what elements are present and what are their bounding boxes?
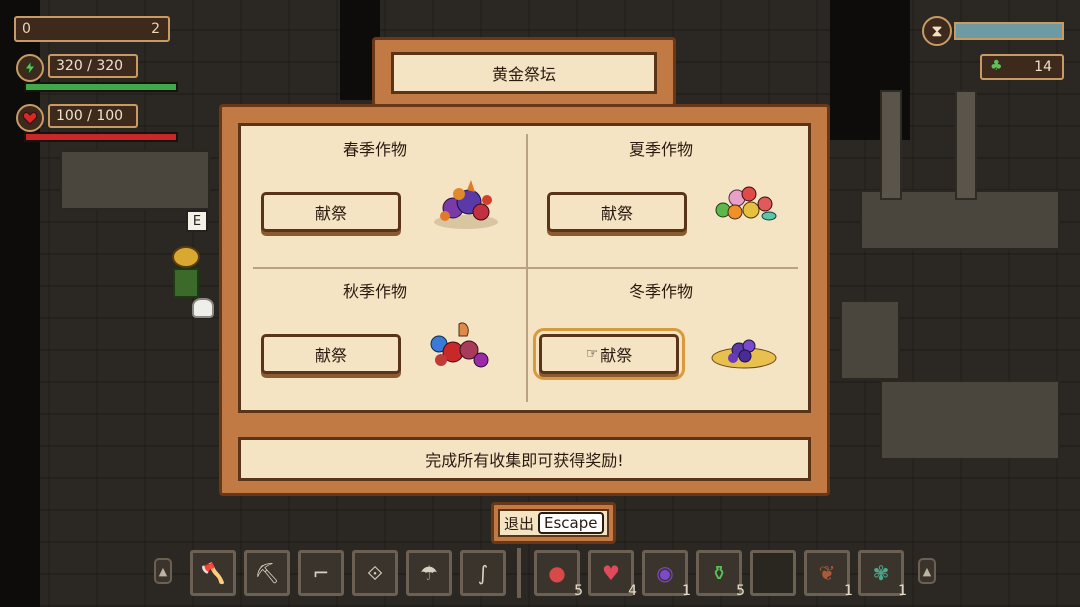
- clover-counter: ♣ 14: [980, 54, 1064, 80]
- summer-crop-pile-icon: [715, 186, 777, 221]
- slot-count: 4: [628, 583, 637, 599]
- day-time-bar: [954, 22, 1064, 40]
- spring-offer-button[interactable]: 献祭: [261, 192, 401, 232]
- brown-leaf-icon: ❦: [818, 561, 836, 585]
- toolbar-scroll-right[interactable]: ▲: [918, 558, 936, 584]
- energy-bar-fill: [26, 84, 176, 90]
- spring-crops-cell: 春季作物 献祭: [241, 126, 525, 266]
- gold-left-value: 0: [22, 21, 31, 37]
- heart-icon: [16, 104, 44, 132]
- purple-seed-icon: ◉: [656, 561, 674, 585]
- health-value: 100 / 100: [48, 104, 138, 128]
- toolbar-slot-8[interactable]: ♥ 4: [588, 550, 637, 599]
- energy-bar: [24, 82, 178, 92]
- winter-crop-pile-icon: [711, 339, 777, 369]
- toolbar-separator: [517, 548, 521, 598]
- strawberry-seed-icon: ♥: [602, 561, 620, 585]
- toolbar-slot-10[interactable]: ⚱ 5: [696, 550, 745, 599]
- fishing-rod-icon: ∫: [477, 561, 489, 585]
- toolbar-slot-6[interactable]: ∫: [460, 550, 506, 596]
- watering-can-icon: ☂: [420, 561, 438, 585]
- slot-count: 5: [574, 583, 583, 599]
- exit-button[interactable]: 退出 Escape: [491, 502, 616, 544]
- health-bar-fill: [26, 134, 176, 140]
- hourglass-icon: ⧗: [922, 16, 952, 46]
- scythe-icon: ⟐: [367, 561, 383, 585]
- reward-message: 完成所有收集即可获得奖励!: [238, 437, 811, 481]
- green-bug-icon: ✾: [872, 561, 890, 585]
- altar-title: 黄金祭坛: [391, 52, 657, 94]
- health-bar: [24, 132, 178, 142]
- pillar: [955, 90, 977, 200]
- gold-counter: 0 2: [14, 16, 170, 42]
- stone-stairs: [840, 300, 900, 380]
- spring-crops-title: 春季作物: [342, 140, 407, 159]
- winter-offer-label: 献祭: [600, 346, 633, 365]
- summer-crops-title: 夏季作物: [628, 140, 693, 159]
- toolbar-slot-2[interactable]: ⛏: [244, 550, 290, 596]
- pillar: [880, 90, 902, 200]
- gold-right-value: 2: [151, 21, 160, 37]
- hoe-icon: ⌐: [312, 561, 330, 585]
- clover-count: 14: [1034, 59, 1052, 75]
- slot-count: 1: [844, 583, 853, 599]
- toolbar-slot-3[interactable]: ⌐: [298, 550, 344, 596]
- winter-crops-title: 冬季作物: [628, 282, 693, 301]
- autumn-crops-title: 秋季作物: [342, 282, 407, 301]
- toolbar-scroll-left[interactable]: ▲: [154, 558, 172, 584]
- summer-offer-button[interactable]: 献祭: [547, 192, 687, 232]
- toolbar-slot-7[interactable]: ● 5: [534, 550, 583, 599]
- winter-crops-cell: 冬季作物 ☞ 献祭: [527, 268, 811, 408]
- green-potion-icon: ⚱: [710, 561, 728, 585]
- winter-offer-button[interactable]: ☞ 献祭: [533, 328, 685, 380]
- crop-offering-panel: 春季作物 献祭 夏季作物 献祭 秋季作物 献祭 冬季作物 ☞ 献祭: [238, 123, 811, 413]
- altar-title-plate: 黄金祭坛: [372, 37, 676, 107]
- interact-key-prompt: E: [186, 210, 208, 232]
- altar-dialog: 春季作物 献祭 夏季作物 献祭 秋季作物 献祭 冬季作物 ☞ 献祭 完成所有收集…: [219, 104, 830, 496]
- exit-label: 退出: [504, 514, 535, 533]
- summer-crops-cell: 夏季作物 献祭: [527, 126, 811, 266]
- energy-value: 320 / 320: [48, 54, 138, 78]
- toolbar-slot-12[interactable]: ❦ 1: [804, 550, 853, 599]
- toolbar-slot-13[interactable]: ✾ 1: [858, 550, 907, 599]
- red-seed-bag-icon: ●: [548, 561, 566, 585]
- toolbar-slot-4[interactable]: ⟐: [352, 550, 398, 596]
- energy-icon: [16, 54, 44, 82]
- player-character: [172, 246, 202, 304]
- stone-floor: [880, 380, 1060, 460]
- cursor-icon: ☞: [585, 346, 599, 362]
- spring-crop-pile-icon: [434, 180, 498, 229]
- escape-key-hint: Escape: [538, 512, 604, 534]
- white-cat: [192, 298, 214, 318]
- clover-icon: ♣: [990, 58, 1003, 74]
- toolbar-slot-5[interactable]: ☂: [406, 550, 452, 596]
- slot-count: 1: [682, 583, 691, 599]
- toolbar-slot-11[interactable]: [750, 550, 796, 596]
- axe-icon: 🪓: [200, 561, 226, 585]
- pickaxe-icon: ⛏: [254, 561, 280, 585]
- slot-count: 1: [898, 583, 907, 599]
- toolbar-slot-9[interactable]: ◉ 1: [642, 550, 691, 599]
- stone-wall: [60, 150, 210, 210]
- autumn-crop-pile-icon: [430, 322, 489, 368]
- slot-count: 5: [736, 583, 745, 599]
- toolbar-slot-1[interactable]: 🪓: [190, 550, 236, 596]
- autumn-offer-button[interactable]: 献祭: [261, 334, 401, 374]
- autumn-crops-cell: 秋季作物 献祭: [241, 268, 525, 408]
